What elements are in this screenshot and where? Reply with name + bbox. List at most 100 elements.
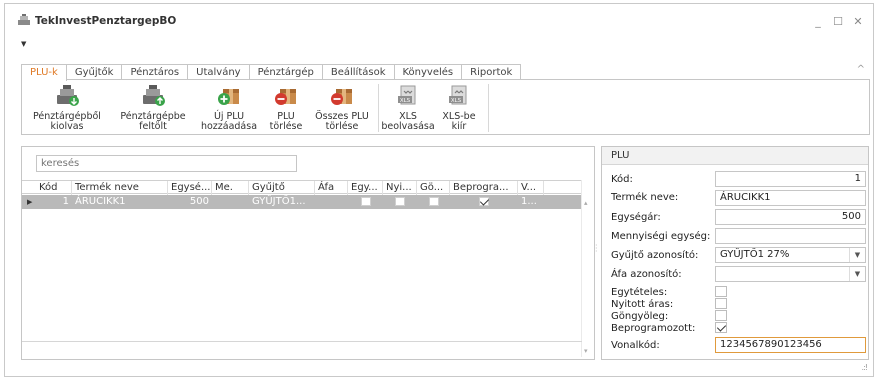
box-add-icon [218, 89, 239, 105]
export-xls-button[interactable]: XLS XLS-be kiír [436, 83, 482, 132]
ribbon-separator [488, 84, 489, 132]
column-header-me[interactable]: Me. [212, 181, 249, 195]
minimize-button[interactable]: _ [813, 15, 823, 28]
beprogramozott-label: Beprogramozott: [611, 323, 696, 334]
resize-grip-icon[interactable]: .:! [862, 363, 869, 372]
plu-detail-panel: PLU Kód: 1 Termék neve: ÁRUCIKK1 Egységá… [601, 146, 869, 360]
combo-dropdown-icon[interactable]: ▼ [849, 267, 865, 281]
tab-konyveles[interactable]: Könyvelés [393, 64, 463, 80]
ribbon-button-label: törlése [325, 121, 359, 132]
vonalkod-label: Vonalkód: [611, 340, 660, 351]
vonalkod-field[interactable]: 1234567890123456 [715, 337, 866, 353]
nyitott-aras-checkbox[interactable] [715, 298, 727, 309]
svg-text:XLS: XLS [400, 98, 411, 104]
delete-all-plu-button[interactable]: Összes PLU törlése [310, 83, 374, 132]
cell-termek-neve[interactable]: ÁRUCIKK1 [72, 195, 168, 209]
ribbon-button-label: feltölt [139, 121, 167, 132]
gyujto-azonosito-value: GYŰJTŐ1 27% [720, 249, 790, 260]
gongyoleg-checkbox[interactable] [715, 310, 727, 321]
title-bar: TekInvestPenztargepBO _ ☐ ✕ [5, 4, 873, 34]
app-window: TekInvestPenztargepBO _ ☐ ✕ ▼ PLU-k Gyűj… [4, 3, 874, 377]
tab-penztaros[interactable]: Pénztáros [121, 64, 189, 80]
box-delete-icon [275, 89, 296, 105]
ribbon-button-label: törlése [269, 121, 303, 132]
column-header-gyujto[interactable]: Gyűjtő [249, 181, 315, 195]
tab-plu[interactable]: PLU-k [21, 64, 67, 81]
import-xls-button[interactable]: XLS XLS beolvasása [380, 83, 436, 132]
scroll-down-icon[interactable]: ▾ [584, 347, 588, 355]
beprogramozott-checkbox[interactable] [715, 322, 727, 333]
cash-register-upload-icon [143, 85, 165, 106]
egyteteles-checkbox[interactable] [715, 286, 727, 297]
column-header-gongyoleg[interactable]: Gö... [417, 181, 450, 195]
window-controls: _ ☐ ✕ [813, 15, 863, 28]
combo-dropdown-icon[interactable]: ▼ [849, 248, 865, 262]
ribbon-button-label: kiír [451, 121, 467, 132]
table-row[interactable]: ▶ 1 ÁRUCIKK1 500 GYŰJTŐ1... 1... [22, 195, 582, 209]
cell-beprogramozott[interactable] [450, 195, 518, 209]
column-header-egyseg[interactable]: Egysé... [168, 181, 212, 195]
scroll-up-icon[interactable]: ▴ [584, 199, 588, 207]
egysegar-field[interactable]: 500 [715, 209, 866, 225]
column-header-afa[interactable]: Áfa [315, 181, 348, 195]
checkbox[interactable] [360, 196, 371, 206]
cell-egyteteles[interactable] [348, 195, 383, 209]
upload-to-register-button[interactable]: Pénztárgépbe feltölt [113, 83, 193, 132]
tab-beallitasok[interactable]: Beállítások [321, 64, 395, 80]
column-header-egyteteles[interactable]: Egy... [348, 181, 383, 195]
read-from-register-button[interactable]: Pénztárgépből kiolvas [23, 83, 111, 132]
ribbon-button-label: kiolvas [50, 121, 84, 132]
termek-neve-field[interactable]: ÁRUCIKK1 [715, 190, 866, 206]
panel-title: PLU [602, 147, 868, 165]
afa-azonosito-select[interactable]: ▼ [715, 266, 866, 282]
cell-gyujto[interactable]: GYŰJTŐ1... [249, 195, 315, 209]
collapse-ribbon-icon[interactable]: ^ [857, 64, 865, 75]
gongyoleg-label: Göngyöleg: [611, 311, 669, 322]
kod-field[interactable]: 1 [715, 171, 866, 187]
cell-v[interactable]: 1... [518, 195, 544, 209]
column-header-v[interactable]: V... [518, 181, 544, 195]
maximize-button[interactable]: ☐ [833, 15, 843, 28]
kod-label: Kód: [611, 174, 633, 185]
close-button[interactable]: ✕ [853, 15, 863, 28]
gyujto-azonosito-select[interactable]: GYŰJTŐ1 27% ▼ [715, 247, 866, 263]
gyujto-azonosito-label: Gyűjtő azonosító: [611, 250, 699, 261]
grid-vertical-scrollbar[interactable]: ▴ ▾ [581, 180, 593, 357]
mennyisegi-egyseg-field[interactable] [715, 228, 866, 244]
add-plu-button[interactable]: Új PLU hozzáadása [194, 83, 264, 132]
svg-text:XLS: XLS [451, 98, 462, 104]
splitter-handle[interactable]: · · · [595, 242, 598, 256]
column-header-termek-neve[interactable]: Termék neve [72, 181, 168, 195]
tab-gyujtok[interactable]: Gyűjtők [65, 64, 123, 80]
column-header-nyitott[interactable]: Nyi... [383, 181, 417, 195]
row-indicator-header [22, 181, 36, 195]
egysegar-label: Egységár: [611, 212, 661, 223]
termek-neve-label: Termék neve: [611, 192, 679, 203]
nyitott-aras-label: Nyitott áras: [611, 299, 674, 310]
cell-gongyoleg[interactable] [417, 195, 450, 209]
tab-utalvany[interactable]: Utalvány [187, 64, 250, 80]
cell-nyitott[interactable] [383, 195, 417, 209]
cell-afa[interactable] [315, 195, 348, 209]
qat-dropdown-icon[interactable]: ▼ [21, 40, 26, 48]
tab-riportok[interactable]: Riportok [461, 64, 522, 80]
ribbon-tabs: PLU-k Gyűjtők Pénztáros Utalvány Pénztár… [21, 64, 522, 81]
cell-kod[interactable]: 1 [36, 195, 72, 209]
delete-plu-button[interactable]: PLU törlése [264, 83, 308, 132]
ribbon-separator [378, 84, 379, 132]
column-header-kod[interactable]: Kód [36, 181, 72, 195]
xls-import-icon: XLS [398, 85, 416, 105]
cell-egyseg[interactable]: 500 [168, 195, 212, 209]
search-input[interactable] [36, 155, 297, 172]
xls-export-icon: XLS [449, 85, 467, 105]
grid-header-row: Kód Termék neve Egysé... Me. Gyűjtő Áfa … [22, 180, 582, 195]
cash-register-download-icon [57, 85, 79, 106]
checkbox-checked[interactable] [479, 196, 489, 206]
box-delete-all-icon [331, 89, 352, 105]
app-title: TekInvestPenztargepBO [35, 15, 177, 27]
tab-penztargep[interactable]: Pénztárgép [248, 64, 323, 80]
cell-me[interactable] [212, 195, 249, 209]
checkbox[interactable] [428, 196, 439, 206]
checkbox[interactable] [395, 196, 405, 206]
column-header-beprogramozott[interactable]: Beprogra... [450, 181, 518, 195]
